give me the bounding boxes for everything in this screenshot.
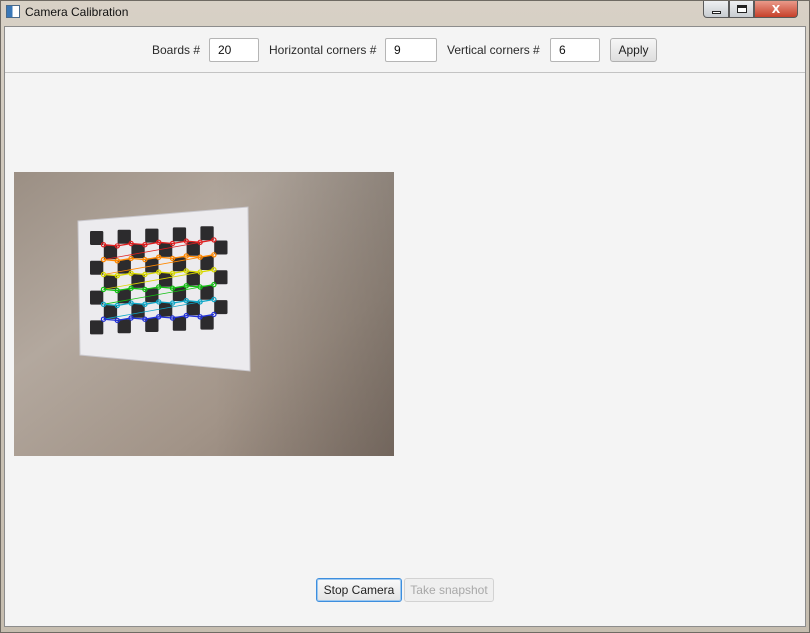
camera-frame-image [14, 172, 394, 456]
close-icon: X [771, 2, 781, 16]
horizontal-corners-input[interactable] [385, 38, 437, 62]
window-title: Camera Calibration [25, 5, 129, 19]
minimize-button[interactable] [703, 1, 729, 18]
horizontal-corners-label: Horizontal corners # [269, 43, 377, 57]
app-window-icon [6, 5, 20, 18]
vertical-corners-label: Vertical corners # [447, 43, 540, 57]
client-area: Boards # Horizontal corners # Vertical c… [4, 26, 806, 627]
apply-button[interactable]: Apply [610, 38, 657, 62]
app-window: Camera Calibration X Boards # Horizontal… [0, 0, 810, 633]
stop-camera-button[interactable]: Stop Camera [316, 578, 402, 602]
minimize-icon [711, 10, 721, 14]
close-button[interactable]: X [754, 1, 798, 18]
calibration-settings-bar: Boards # Horizontal corners # Vertical c… [5, 27, 805, 73]
boards-input[interactable] [209, 38, 259, 62]
boards-label: Boards # [152, 43, 201, 57]
maximize-icon [736, 5, 747, 13]
vertical-corners-input[interactable] [550, 38, 600, 62]
camera-feed [14, 172, 394, 456]
title-bar[interactable]: Camera Calibration X [1, 1, 809, 23]
take-snapshot-button[interactable]: Take snapshot [404, 578, 494, 602]
maximize-button[interactable] [729, 1, 754, 18]
